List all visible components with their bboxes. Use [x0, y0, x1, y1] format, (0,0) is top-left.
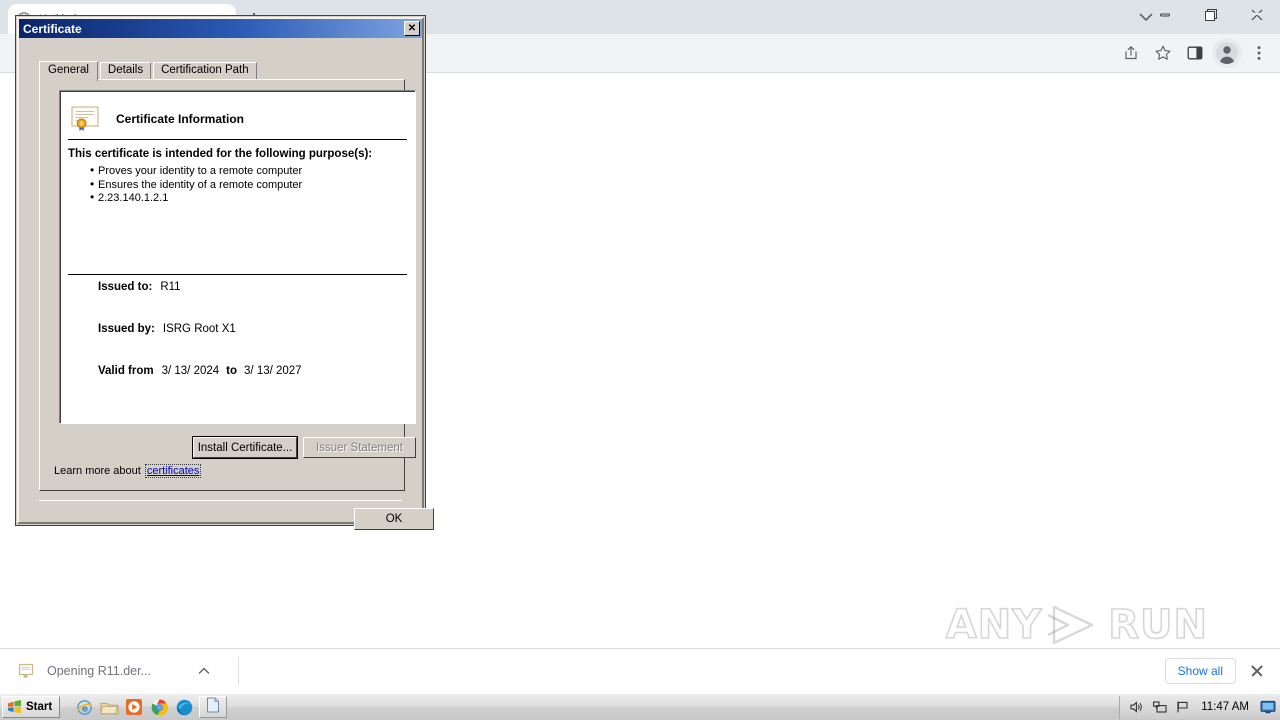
list-item: Ensures the identity of a remote compute…	[90, 178, 415, 193]
valid-from-label: Valid from	[98, 365, 154, 377]
download-item-label: Opening R11.der...	[47, 664, 152, 678]
tab-general[interactable]: General	[39, 61, 98, 81]
folder-icon[interactable]	[99, 697, 119, 717]
issued-by-value: ISRG Root X1	[162, 323, 236, 335]
monitor-icon[interactable]	[1260, 699, 1276, 715]
file-download-icon	[18, 662, 36, 680]
purpose-list: Proves your identity to a remote compute…	[60, 164, 415, 206]
purpose-divider	[68, 274, 407, 275]
quick-launch: e	[74, 697, 194, 717]
dialog-title-bar[interactable]: Certificate ✕	[19, 19, 422, 38]
chrome-icon[interactable]	[149, 697, 169, 717]
valid-from-value: 3/ 13/ 2024	[161, 365, 220, 377]
star-icon[interactable]	[1148, 38, 1178, 68]
minimize-button[interactable]	[1142, 0, 1188, 30]
side-panel-icon[interactable]	[1180, 38, 1210, 68]
certificate-fields: Issued to: R11 Issued by: ISRG Root X1 V…	[60, 281, 415, 407]
purpose-heading: This certificate is intended for the fol…	[68, 148, 373, 160]
speaker-icon[interactable]	[1128, 699, 1144, 715]
learn-more-text: Learn more about	[54, 465, 141, 477]
tab-details[interactable]: Details	[99, 62, 152, 79]
issued-to-value: R11	[160, 281, 181, 293]
issued-by-row: Issued by: ISRG Root X1	[60, 323, 415, 365]
dialog-action-row: Install Certificate... Issuer Statement	[17, 437, 424, 459]
ok-button[interactable]: OK	[354, 508, 434, 530]
dialog-footer-divider	[39, 500, 402, 501]
close-icon[interactable]	[1246, 660, 1268, 682]
valid-dates-row: Valid from 3/ 13/ 2024 to 3/ 13/ 2027	[60, 365, 415, 407]
windows-flag-icon	[7, 700, 22, 714]
start-button-label: Start	[26, 701, 53, 713]
valid-to-joiner: to	[226, 365, 238, 377]
download-item[interactable]: Opening R11.der...	[18, 649, 212, 694]
dialog-tab-strip: General Details Certification Path	[39, 61, 405, 81]
download-bar-actions: Show all	[1164, 658, 1280, 684]
taskbar-active-window[interactable]	[199, 696, 228, 718]
system-tray: 11:47 AM	[1119, 695, 1280, 719]
taskbar: Start e 11:47 AM	[0, 693, 1280, 720]
install-certificate-button[interactable]: Install Certificate...	[193, 437, 297, 458]
close-button[interactable]	[1234, 0, 1280, 30]
issued-to-row: Issued to: R11	[60, 281, 415, 323]
screen: Untitled	[0, 0, 1280, 720]
certificate-seal-icon	[71, 105, 103, 133]
issued-to-label: Issued to:	[98, 281, 153, 293]
download-divider	[238, 657, 240, 685]
show-all-button[interactable]: Show all	[1164, 658, 1236, 684]
certificate-info-header: Certificate Information	[60, 91, 415, 137]
download-bar: Opening R11.der... Show all	[0, 648, 1280, 693]
dialog-title: Certificate	[23, 21, 82, 36]
window-controls	[1142, 0, 1280, 30]
tab-certification-path[interactable]: Certification Path	[153, 62, 257, 79]
internet-explorer-icon[interactable]: e	[74, 697, 94, 717]
certificates-link[interactable]: certificates	[144, 464, 202, 478]
document-icon	[206, 697, 220, 718]
taskbar-clock[interactable]: 11:47 AM	[1201, 701, 1249, 713]
chevron-up-icon[interactable]	[196, 663, 212, 679]
svg-text:e: e	[82, 704, 88, 714]
start-button[interactable]: Start	[2, 696, 61, 718]
media-player-icon[interactable]	[124, 697, 144, 717]
certificate-info-panel: Certificate Information This certificate…	[59, 90, 416, 424]
share-icon[interactable]	[1116, 38, 1146, 68]
valid-to-value: 3/ 13/ 2027	[244, 365, 302, 377]
three-dots-icon[interactable]	[1244, 38, 1274, 68]
flag-icon[interactable]	[1174, 699, 1190, 715]
network-icon[interactable]	[1151, 699, 1167, 715]
edge-icon[interactable]	[174, 697, 194, 717]
issuer-statement-button: Issuer Statement	[303, 437, 416, 458]
issued-by-label: Issued by:	[98, 323, 155, 335]
list-item: Proves your identity to a remote compute…	[90, 164, 415, 179]
profile-button[interactable]	[1212, 38, 1242, 68]
list-item: 2.23.140.1.2.1	[90, 191, 415, 206]
close-icon[interactable]: ✕	[404, 21, 420, 36]
maximize-button[interactable]	[1188, 0, 1234, 30]
certificate-dialog: Certificate ✕ General Details Certificat…	[15, 15, 434, 530]
avatar-icon	[1216, 42, 1238, 64]
certificate-info-title: Certificate Information	[116, 112, 245, 126]
learn-more: Learn more about certificates	[54, 464, 202, 478]
